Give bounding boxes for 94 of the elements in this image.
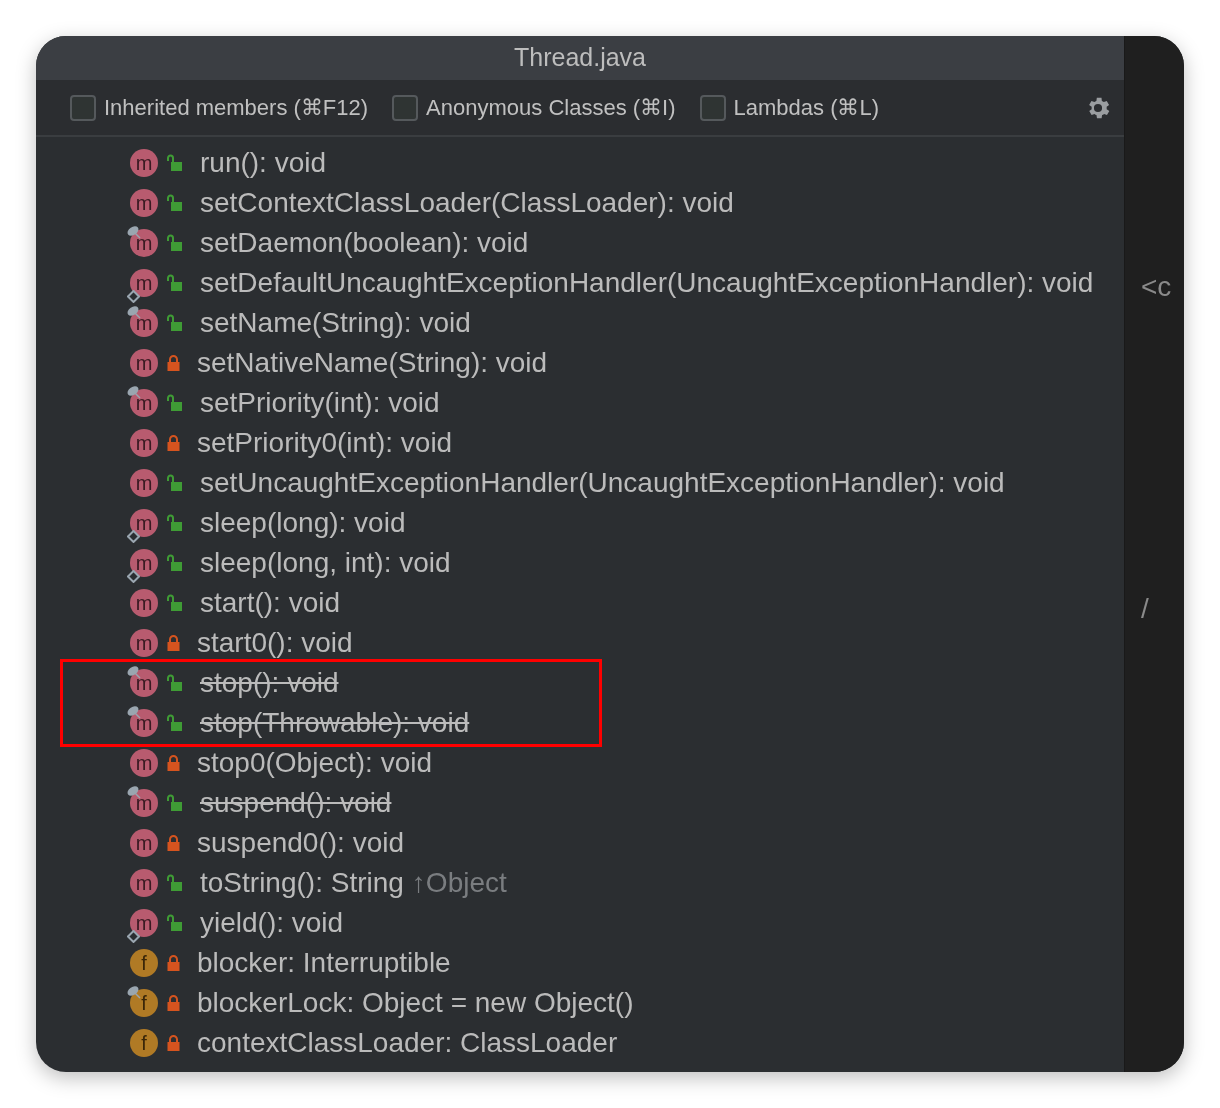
member-name[interactable]: sleep(long, int): void xyxy=(200,547,451,579)
member-row[interactable]: m suspend0(): void xyxy=(130,823,1124,863)
member-row[interactable]: m start0(): void xyxy=(130,623,1124,663)
member-name[interactable]: setContextClassLoader(ClassLoader): void xyxy=(200,187,734,219)
member-name[interactable]: sleep(long): void xyxy=(200,507,406,539)
member-name[interactable]: start0(): void xyxy=(197,627,353,659)
member-name[interactable]: blockerLock: Object = new Object() xyxy=(197,987,634,1019)
member-row[interactable]: m stop0(Object): void xyxy=(130,743,1124,783)
checkbox-label: Lambdas (⌘L) xyxy=(733,94,880,122)
unlocked-icon xyxy=(166,314,184,332)
member-row[interactable]: m setDefaultUncaughtExceptionHandler(UncaughtExceptionHandler): void xyxy=(130,263,1124,303)
member-row[interactable]: f blockerLock: Object = new Object() xyxy=(130,983,1124,1023)
member-name[interactable]: setUncaughtExceptionHandler(UncaughtExceptionHandler): void xyxy=(200,467,1005,499)
method-badge: m xyxy=(130,669,158,697)
member-name[interactable]: blocker: Interruptible xyxy=(197,947,451,979)
method-badge: m xyxy=(130,589,158,617)
method-badge: m xyxy=(130,829,158,857)
method-badge: m xyxy=(130,149,158,177)
member-name[interactable]: setPriority0(int): void xyxy=(197,427,453,459)
member-name[interactable]: setDaemon(boolean): void xyxy=(200,227,529,259)
method-badge: m xyxy=(130,429,158,457)
checkbox-label: Inherited members (⌘F12) xyxy=(104,94,369,122)
field-badge: f xyxy=(130,949,158,977)
checkbox[interactable] xyxy=(70,94,96,121)
member-name[interactable]: yield(): void xyxy=(200,907,344,939)
member-name[interactable]: stop(Throwable): void xyxy=(200,707,470,739)
unlocked-icon xyxy=(166,394,184,412)
checkbox-label: Anonymous Classes (⌘I) xyxy=(426,94,676,122)
field-badge: f xyxy=(130,1029,158,1057)
member-name[interactable]: stop0(Object): void xyxy=(197,747,432,779)
member-row[interactable]: m setPriority0(int): void xyxy=(130,423,1124,463)
member-row[interactable]: m setName(String): void xyxy=(130,303,1124,343)
member-name[interactable]: run(): void xyxy=(200,147,327,179)
member-name[interactable]: suspend(): void xyxy=(200,787,392,819)
member-row[interactable]: m run(): void xyxy=(130,143,1124,183)
method-badge: m xyxy=(130,229,158,257)
method-badge: m xyxy=(130,629,158,657)
member-row[interactable]: m setPriority(int): void xyxy=(130,383,1124,423)
method-badge: m xyxy=(130,189,158,217)
unlocked-icon xyxy=(166,234,184,252)
member-name[interactable]: setPriority(int): void xyxy=(200,387,440,419)
unlocked-icon xyxy=(166,594,184,612)
method-badge: m xyxy=(130,309,158,337)
method-badge: m xyxy=(130,789,158,817)
method-badge: m xyxy=(130,869,158,897)
unlocked-icon xyxy=(166,194,184,212)
method-badge: m xyxy=(130,469,158,497)
member-row[interactable]: m setUncaughtExceptionHandler(UncaughtExceptionHandler): void xyxy=(130,463,1124,503)
method-badge: m xyxy=(130,709,158,737)
checkbox[interactable] xyxy=(699,94,726,121)
member-row[interactable]: m suspend(): void xyxy=(130,783,1124,823)
member-row[interactable]: m setContextClassLoader(ClassLoader): void xyxy=(130,183,1124,223)
window-title: Thread.java xyxy=(514,42,646,74)
member-name[interactable]: toString(): String xyxy=(200,867,404,899)
method-badge: m xyxy=(130,509,158,537)
unlocked-icon xyxy=(166,554,184,572)
unlocked-icon xyxy=(166,514,184,532)
unlocked-icon xyxy=(166,674,184,692)
unlocked-icon xyxy=(166,154,184,172)
unlocked-icon xyxy=(166,794,184,812)
method-badge: m xyxy=(130,909,158,937)
member-row[interactable]: m setNativeName(String): void xyxy=(130,343,1124,383)
code-fragment: / xyxy=(1141,593,1149,624)
unlocked-icon xyxy=(166,914,184,932)
unlocked-icon xyxy=(166,714,184,732)
member-name[interactable]: start(): void xyxy=(200,587,341,619)
method-badge: m xyxy=(130,389,158,417)
member-name[interactable]: setNativeName(String): void xyxy=(197,347,548,379)
member-name[interactable]: stop(): void xyxy=(200,667,339,699)
member-row[interactable]: f blocker: Interruptible xyxy=(130,943,1124,983)
member-name[interactable]: contextClassLoader: ClassLoader xyxy=(197,1027,618,1059)
member-name[interactable]: setDefaultUncaughtExceptionHandler(UncaughtExceptionHandler): void xyxy=(200,267,1094,299)
inherited-from-label: ↑Object xyxy=(411,867,507,899)
unlocked-icon xyxy=(166,474,184,492)
member-name[interactable]: suspend0(): void xyxy=(197,827,404,859)
method-badge: m xyxy=(130,749,158,777)
member-row[interactable]: m stop(): void xyxy=(130,663,1124,703)
code-fragment: <c xyxy=(1141,271,1172,302)
method-badge: m xyxy=(130,269,158,297)
field-badge: f xyxy=(130,989,158,1017)
unlocked-icon xyxy=(166,274,184,292)
member-row[interactable]: m start(): void xyxy=(130,583,1124,623)
method-badge: m xyxy=(130,349,158,377)
member-row[interactable]: m sleep(long): void xyxy=(130,503,1124,543)
checkbox[interactable] xyxy=(392,94,419,121)
member-row[interactable]: m stop(Throwable): void xyxy=(130,703,1124,743)
member-row[interactable]: m setDaemon(boolean): void xyxy=(130,223,1124,263)
member-name[interactable]: setName(String): void xyxy=(200,307,471,339)
member-row[interactable]: m yield(): void xyxy=(130,903,1124,943)
member-row[interactable]: m toString(): String ↑Object xyxy=(130,863,1124,903)
method-badge: m xyxy=(130,549,158,577)
member-row[interactable]: f contextClassLoader: ClassLoader xyxy=(130,1023,1124,1063)
unlocked-icon xyxy=(166,874,184,892)
member-row[interactable]: m sleep(long, int): void xyxy=(130,543,1124,583)
